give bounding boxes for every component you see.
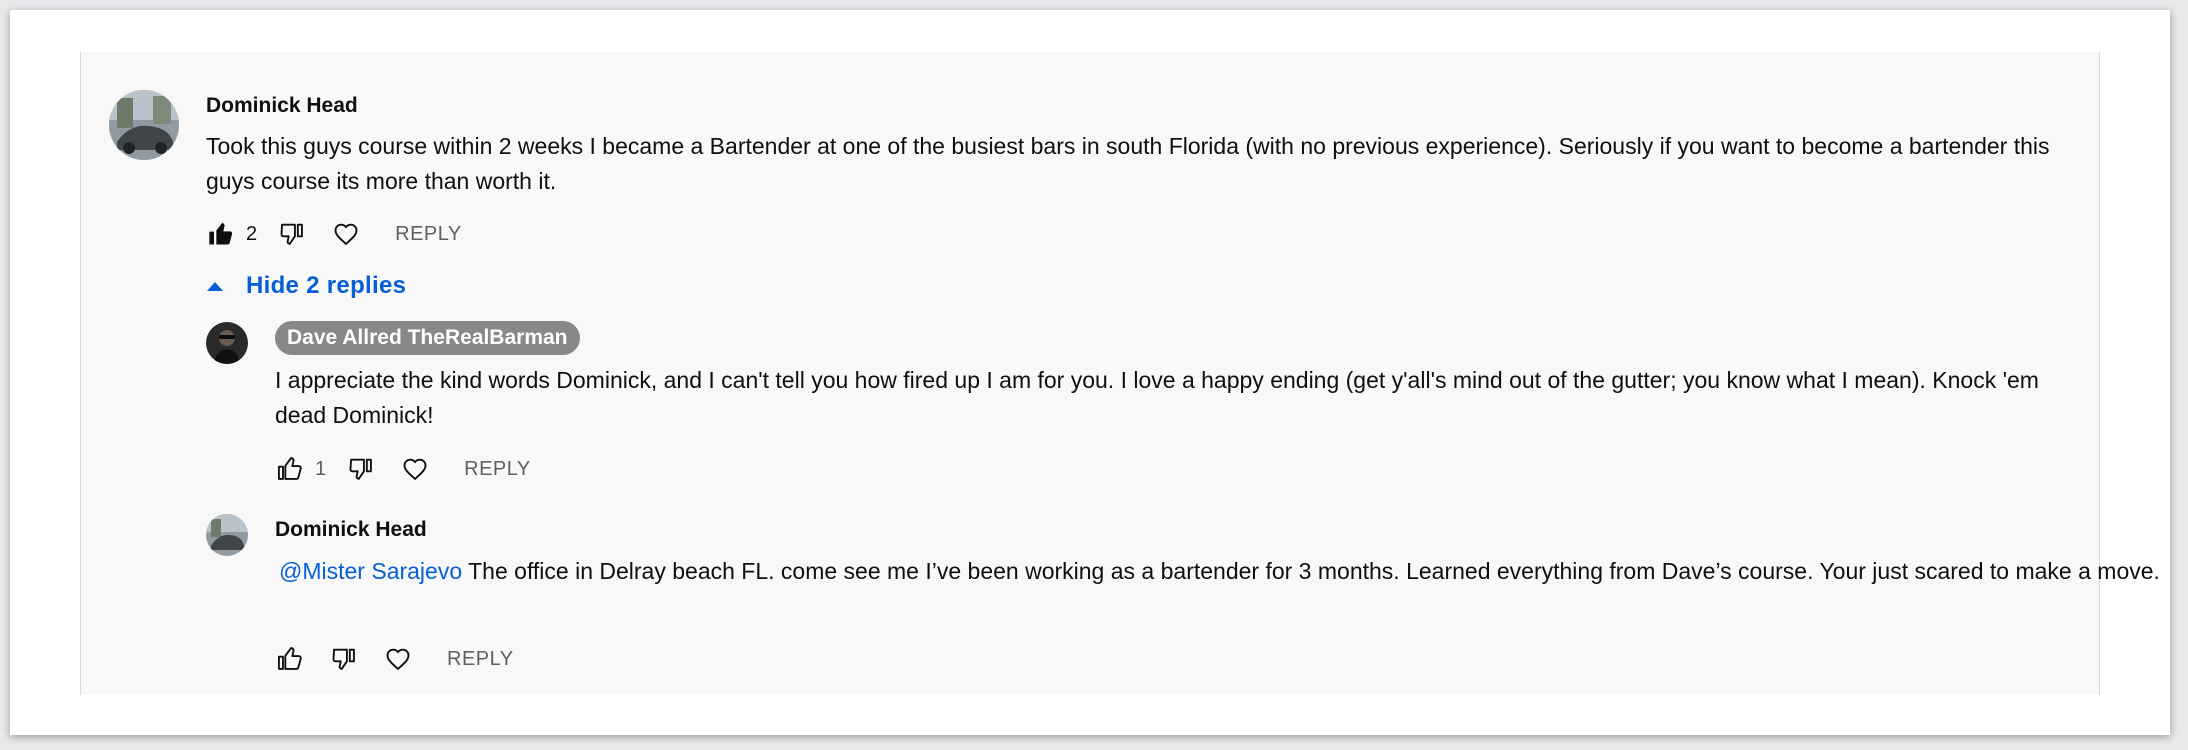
heart-icon[interactable] [383, 644, 413, 674]
like-count: 1 [315, 457, 327, 480]
reply-text: I appreciate the kind words Dominick, an… [275, 367, 2039, 428]
reply-button[interactable]: REPLY [464, 458, 531, 481]
channel-owner-badge[interactable]: Dave Allred TheRealBarman [275, 321, 580, 355]
reply-actions: REPLY [275, 644, 514, 674]
heart-icon[interactable] [331, 219, 361, 249]
reply-button[interactable]: REPLY [447, 648, 514, 671]
like-count: 2 [246, 222, 258, 245]
thumbs-down-icon[interactable] [329, 644, 359, 674]
reply-button[interactable]: REPLY [395, 223, 462, 246]
reply-avatar[interactable] [206, 322, 248, 364]
commenter-avatar[interactable] [109, 90, 179, 160]
caret-up-icon [207, 282, 223, 291]
reply-author[interactable]: Dominick Head [275, 518, 427, 542]
comment-text: Took this guys course within 2 weeks I b… [206, 133, 2050, 194]
thumbs-down-icon[interactable] [346, 454, 376, 484]
reply-text-body: The office in Delray beach FL. come see … [468, 558, 2160, 584]
comment-author[interactable]: Dominick Head [206, 94, 358, 118]
mention-link[interactable]: @Mister Sarajevo [275, 558, 468, 584]
reply-avatar[interactable] [206, 514, 248, 556]
comment-actions: 2 REPLY [206, 219, 462, 249]
thumbs-down-icon[interactable] [277, 219, 307, 249]
reply-text: @Mister Sarajevo The office in Delray bea… [275, 554, 2165, 589]
thumbs-up-icon[interactable] [275, 644, 305, 674]
thumbs-up-icon[interactable] [206, 219, 236, 249]
comment-card: Dominick Head Took this guys course with… [10, 10, 2170, 735]
hide-replies-label: Hide 2 replies [246, 272, 407, 299]
heart-icon[interactable] [400, 454, 430, 484]
hide-replies-button[interactable]: Hide 2 replies [206, 272, 406, 300]
thumbs-up-icon[interactable] [275, 454, 305, 484]
comment-thread: Dominick Head Took this guys course with… [80, 52, 2160, 695]
reply-actions: 1 REPLY [275, 454, 531, 484]
